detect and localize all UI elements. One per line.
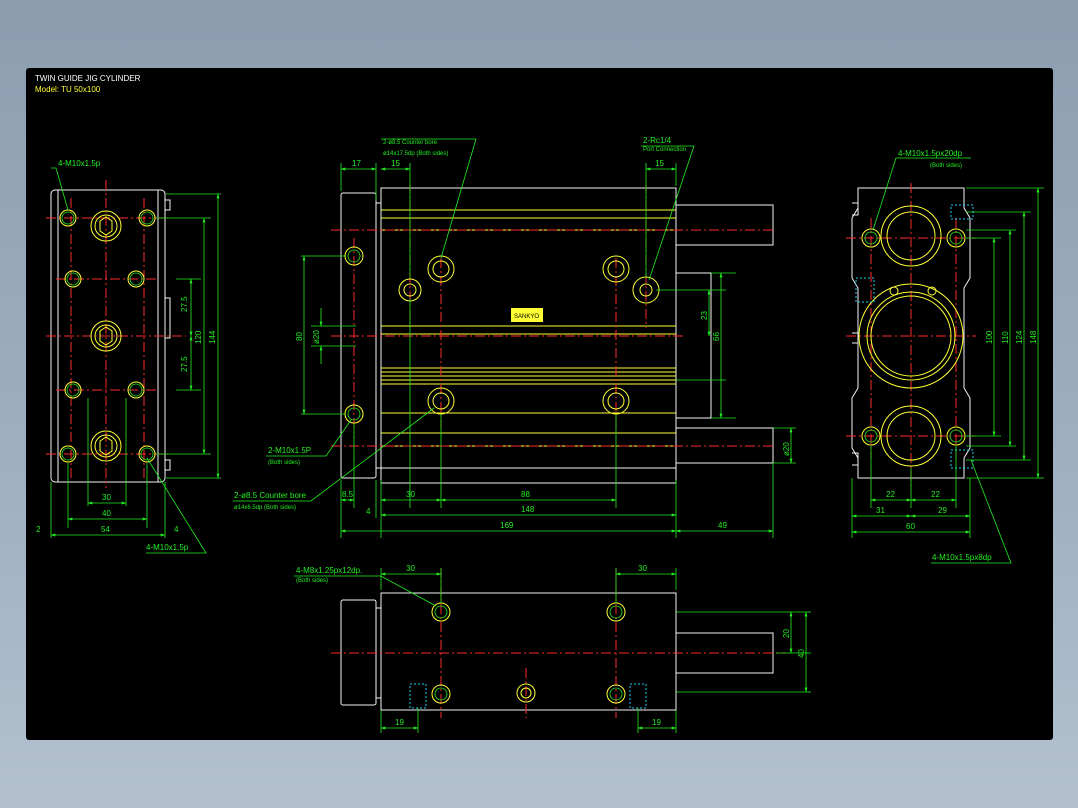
dim-4-front: 4	[366, 507, 371, 516]
dim-30-front: 30	[406, 490, 415, 499]
dim-23: 23	[700, 311, 709, 320]
dim-22-a: 22	[886, 490, 895, 499]
front-callout-cbore-top-sub: ø14x17.5dp (Both sides)	[383, 151, 448, 157]
front-callout-port-sub: Port Connection	[643, 147, 686, 153]
dim-2-left: 2	[36, 525, 41, 534]
front-rod-top	[675, 204, 774, 246]
front-callout-port: 2-Rc1/4	[643, 136, 672, 145]
name-plate-label: SANKYO	[514, 314, 539, 320]
left-end-view: 4-M10x1.5p 27.5 27.5 120 144 30 40 54 2 …	[36, 159, 221, 554]
dim-80: 80	[295, 332, 304, 341]
drawing-title: TWIN GUIDE JIG CYLINDER	[35, 74, 141, 83]
dim-31: 31	[876, 506, 885, 515]
dim-19-b: 19	[652, 718, 661, 727]
dim-27-5-b: 27.5	[180, 356, 189, 372]
dim-29: 29	[938, 506, 947, 515]
dim-30-bottom-a: 30	[406, 564, 415, 573]
front-callout-tap: 2-M10x1.5P	[268, 446, 311, 455]
dim-22-b: 22	[931, 490, 940, 499]
dim-30-left: 30	[102, 493, 111, 502]
dim-19-a: 19	[395, 718, 404, 727]
dim-66: 66	[712, 332, 721, 341]
dim-148-front: 148	[521, 505, 535, 514]
dim-15-b: 15	[655, 159, 664, 168]
right-callout-bottom: 4-M10x1.5px8dp	[932, 553, 992, 562]
bottom-view: 4-M8x1.25px12dp. (Both sides) 30 30 20 4…	[294, 564, 811, 733]
dim-88: 88	[521, 490, 530, 499]
dim-148-right: 148	[1029, 330, 1038, 344]
front-callout-tap-sub: (Both sides)	[268, 460, 300, 466]
model-label: Model: TU 50x100	[35, 85, 101, 94]
front-callout-cbore-top: 2-ø8.5 Counter bore	[383, 140, 438, 146]
dim-15-a: 15	[391, 159, 400, 168]
right-callout-top: 4-M10x1.5px20dp	[898, 149, 963, 158]
dim-54-left: 54	[101, 525, 110, 534]
front-callout-cbore-bottom-sub: ø14x6.5dp (Both sides)	[234, 505, 296, 511]
drawing-viewport[interactable]: TWIN GUIDE JIG CYLINDER Model: TU 50x100	[26, 68, 1053, 740]
front-holes	[344, 246, 660, 424]
dim-124: 124	[1015, 330, 1024, 344]
dim-49: 49	[718, 521, 727, 530]
dim-27-5-a: 27.5	[180, 296, 189, 312]
dim-20-bottom: 20	[782, 629, 791, 638]
dim-110: 110	[1001, 331, 1010, 344]
dim-20-rod: ø20	[782, 442, 791, 456]
dim-120: 120	[194, 330, 203, 344]
dim-30-bottom-b: 30	[638, 564, 647, 573]
dim-4-left: 4	[174, 525, 179, 534]
dim-8-5: 8.5	[342, 490, 354, 499]
bottom-body-outline	[380, 592, 677, 711]
right-callout-top-sub: (Both sides)	[930, 163, 962, 169]
dim-169: 169	[500, 521, 514, 530]
dim-17: 17	[352, 159, 361, 168]
dim-40-bottom: 40	[797, 649, 806, 658]
front-view: SANKYO 2-ø8.5 Counter bore ø14x17.5dp (B…	[233, 136, 796, 538]
dim-100: 100	[985, 330, 994, 344]
left-callout-top: 4-M10x1.5p	[58, 159, 101, 168]
left-callout-bottom: 4-M10x1.5p	[146, 543, 189, 552]
cad-drawing: TWIN GUIDE JIG CYLINDER Model: TU 50x100	[35, 74, 1044, 733]
bottom-callout-sub: (Both sides)	[296, 578, 328, 584]
front-callout-cbore-bottom: 2-ø8.5 Counter bore	[234, 491, 307, 500]
dim-60: 60	[906, 522, 915, 531]
dim-144: 144	[208, 330, 217, 344]
dim-40-left: 40	[102, 509, 111, 518]
bottom-callout: 4-M8x1.25px12dp.	[296, 566, 362, 575]
right-end-view: 4-M10x1.5px20dp (Both sides) 100 110 124…	[846, 149, 1044, 564]
dim-20-front: ø20	[312, 330, 321, 344]
